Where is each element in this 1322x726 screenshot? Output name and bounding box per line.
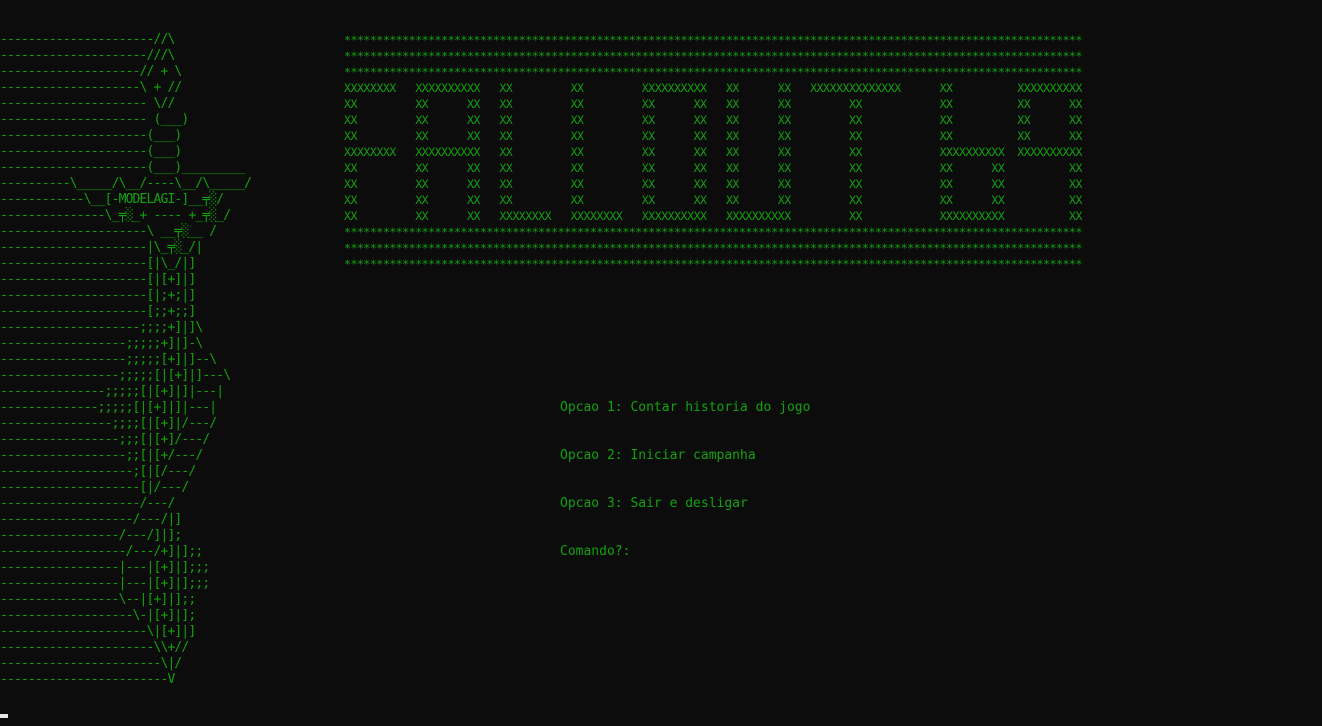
menu-option-3: Opcao 3: Sair e desligar [560,496,748,511]
terminal-window[interactable]: ----------------------//\ --------------… [0,0,1322,726]
sword-ascii-art: ----------------------//\ --------------… [0,32,252,687]
main-menu: Opcao 1: Contar historia do jogo Opcao 2… [560,368,810,592]
menu-option-1: Opcao 1: Contar historia do jogo [560,400,811,415]
command-prompt[interactable]: Comando?: [560,544,810,560]
text-cursor [0,714,8,718]
menu-option-2: Opcao 2: Iniciar campanha [560,448,756,463]
title-banner-ascii-art: ****************************************… [344,33,1082,271]
